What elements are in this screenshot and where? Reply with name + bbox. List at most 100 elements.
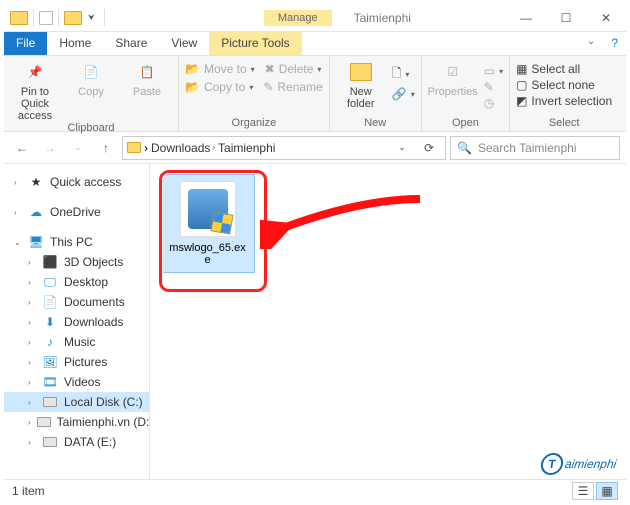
group-organize: 📂Move to▾ ✖Delete▾ 📂Copy to▾ ✎Rename Org…	[179, 56, 330, 131]
move-to-button[interactable]: 📂Move to▾	[185, 62, 255, 76]
details-view-button[interactable]: ☰	[572, 482, 594, 500]
forward-button[interactable]: →	[38, 136, 62, 160]
title-center: Manage Taimienphi	[114, 10, 506, 26]
file-view[interactable]: mswlogo_65.exe	[150, 164, 626, 479]
copy-label: Copy	[78, 86, 104, 98]
ribbon-collapse-caret[interactable]: ⌄	[579, 32, 603, 55]
up-button[interactable]: ↑	[94, 136, 118, 160]
sidebar-item-documents[interactable]: ›📄Documents	[4, 292, 149, 312]
sidebar-item-pictures[interactable]: ›🖼Pictures	[4, 352, 149, 372]
icons-view-button[interactable]: ▦	[596, 482, 618, 500]
select-all-button[interactable]: ▦Select all	[516, 62, 612, 76]
paste-icon: 📋	[135, 60, 159, 84]
pin-to-quick-access-button[interactable]: 📌 Pin to Quick access	[10, 60, 60, 122]
back-button[interactable]: ←	[10, 136, 34, 160]
tab-home[interactable]: Home	[47, 32, 103, 55]
breadcrumb-seg[interactable]: Taimienphi	[218, 141, 275, 155]
ribbon-body: 📌 Pin to Quick access 📄 Copy 📋 Paste Cli…	[4, 56, 626, 132]
contextual-tab-label: Manage	[264, 10, 332, 26]
breadcrumb[interactable]: › Downloads› Taimienphi ⌄ ⟳	[122, 136, 446, 160]
minimize-button[interactable]: —	[506, 4, 546, 32]
group-select: ▦Select all ▢Select none ◩Invert selecti…	[510, 56, 618, 131]
chevron-icon[interactable]: ›	[144, 141, 148, 155]
sidebar-item-taimienphi-d[interactable]: ›Taimienphi.vn (D:)	[4, 412, 149, 432]
disk-icon	[37, 415, 51, 429]
status-bar: 1 item ☰ ▦	[4, 479, 626, 501]
maximize-button[interactable]: ☐	[546, 4, 586, 32]
sidebar-item-music[interactable]: ›♪Music	[4, 332, 149, 352]
edit-button[interactable]: ✎	[484, 80, 503, 94]
easy-access-button[interactable]: 🔗▾	[392, 87, 415, 101]
desktop-icon: 🖵	[42, 275, 58, 289]
copy-to-button[interactable]: 📂Copy to▾	[185, 80, 253, 94]
delete-button[interactable]: ✖Delete▾	[265, 62, 322, 76]
open-button[interactable]: ▭▾	[484, 64, 503, 78]
copy-button[interactable]: 📄 Copy	[66, 60, 116, 98]
folder-icon[interactable]	[10, 11, 28, 25]
close-button[interactable]: ✕	[586, 4, 626, 32]
help-button[interactable]: ?	[603, 32, 626, 55]
disk-icon	[42, 395, 58, 409]
window-controls: — ☐ ✕	[506, 4, 626, 32]
sidebar-item-desktop[interactable]: ›🖵Desktop	[4, 272, 149, 292]
breadcrumb-dropdown[interactable]: ⌄	[390, 136, 414, 160]
rename-button[interactable]: ✎Rename	[263, 80, 322, 94]
breadcrumb-seg[interactable]: Downloads›	[151, 141, 215, 155]
invert-selection-button[interactable]: ◩Invert selection	[516, 94, 612, 108]
new-folder-label: New folder	[336, 86, 386, 110]
tab-share[interactable]: Share	[103, 32, 159, 55]
invert-icon: ◩	[516, 94, 527, 108]
tab-picture-tools[interactable]: Picture Tools	[209, 32, 301, 55]
qa-folder-icon[interactable]	[64, 11, 82, 25]
select-none-button[interactable]: ▢Select none	[516, 78, 612, 92]
search-input[interactable]: 🔍 Search Taimienphi	[450, 136, 620, 160]
navigation-pane: ›★Quick access ›☁OneDrive ⌄🖥This PC ›⬛3D…	[4, 164, 150, 479]
new-folder-button[interactable]: New folder	[336, 60, 386, 110]
history-button[interactable]: ◷	[484, 96, 503, 110]
easy-access-icon: 🔗	[392, 87, 407, 101]
sidebar-item-quick-access[interactable]: ›★Quick access	[4, 172, 149, 192]
pin-icon: 📌	[23, 60, 47, 84]
group-label: Organize	[185, 117, 323, 129]
new-item-button[interactable]: 🗋▾	[392, 64, 415, 85]
properties-label: Properties	[428, 86, 478, 98]
music-icon: ♪	[42, 335, 58, 349]
folder-icon	[127, 142, 141, 153]
qa-item-icon[interactable]	[39, 11, 53, 25]
group-clipboard: 📌 Pin to Quick access 📄 Copy 📋 Paste Cli…	[4, 56, 179, 131]
sidebar-item-this-pc[interactable]: ⌄🖥This PC	[4, 232, 149, 252]
refresh-button[interactable]: ⟳	[417, 136, 441, 160]
delete-icon: ✖	[265, 62, 275, 76]
view-toggles: ☰ ▦	[572, 482, 618, 500]
tab-file[interactable]: File	[4, 32, 47, 55]
group-label: Clipboard	[10, 122, 172, 134]
search-placeholder: Search Taimienphi	[478, 141, 577, 155]
title-bar: ⮟ Manage Taimienphi — ☐ ✕	[4, 4, 626, 32]
qa-overflow-caret[interactable]: ⮟	[84, 13, 99, 23]
sidebar-item-3d-objects[interactable]: ›⬛3D Objects	[4, 252, 149, 272]
recent-caret[interactable]: ⌄	[66, 136, 90, 160]
history-icon: ◷	[484, 96, 494, 110]
sidebar-item-local-disk-c[interactable]: ›Local Disk (C:)	[4, 392, 149, 412]
group-new: New folder 🗋▾ 🔗▾ New	[330, 56, 422, 131]
sidebar-item-videos[interactable]: ›🎞Videos	[4, 372, 149, 392]
paste-button[interactable]: 📋 Paste	[122, 60, 172, 98]
star-icon: ★	[28, 175, 44, 189]
cube-icon: ⬛	[42, 255, 58, 269]
properties-icon: ☑	[441, 60, 465, 84]
sidebar-item-onedrive[interactable]: ›☁OneDrive	[4, 202, 149, 222]
edit-icon: ✎	[484, 80, 494, 94]
videos-icon: 🎞	[42, 375, 58, 389]
properties-button[interactable]: ☑ Properties	[428, 60, 478, 98]
sidebar-item-downloads[interactable]: ›⬇Downloads	[4, 312, 149, 332]
pin-label: Pin to Quick access	[10, 86, 60, 122]
sidebar-item-data-e[interactable]: ›DATA (E:)	[4, 432, 149, 452]
downloads-icon: ⬇	[42, 315, 58, 329]
file-item-mswlogo[interactable]: mswlogo_65.exe	[160, 174, 255, 273]
move-icon: 📂	[185, 62, 200, 76]
tab-view[interactable]: View	[159, 32, 209, 55]
file-thumbnail	[180, 181, 236, 237]
pc-icon: 🖥	[28, 235, 44, 249]
ribbon-tabs: File Home Share View Picture Tools ⌄ ?	[4, 32, 626, 56]
new-item-icon: 🗋	[392, 64, 402, 85]
